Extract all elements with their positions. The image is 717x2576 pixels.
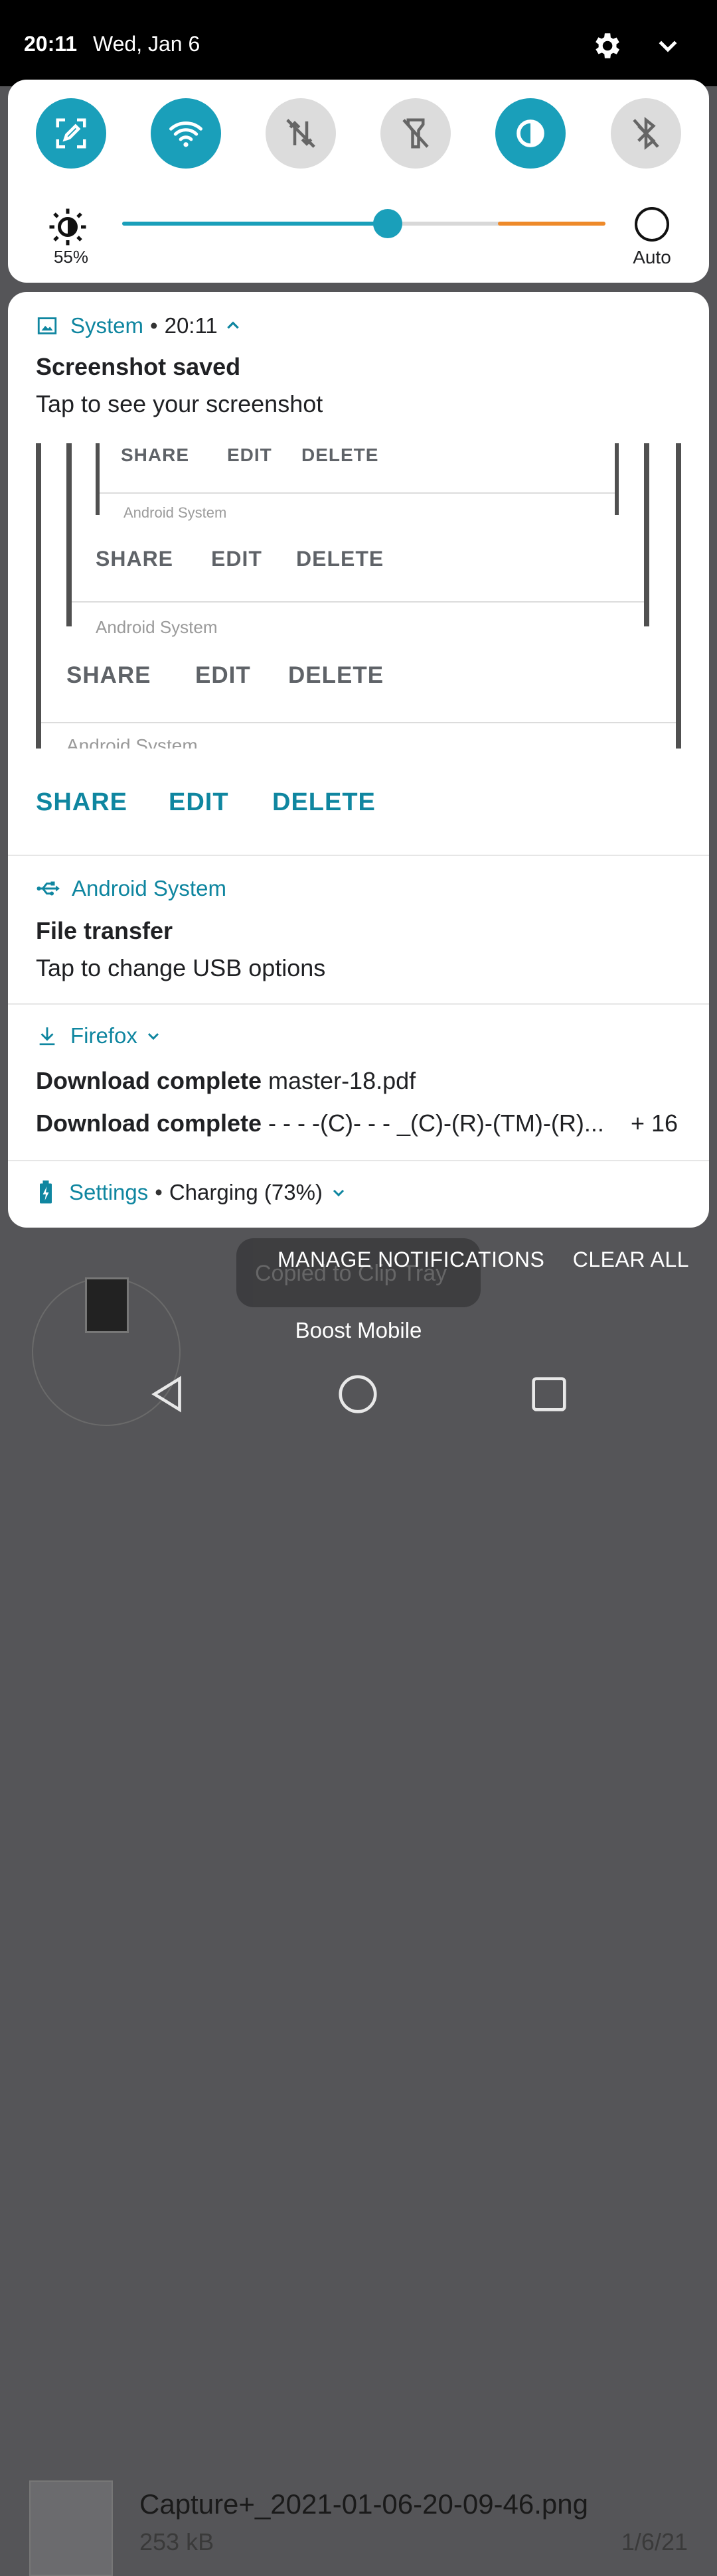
notification-divider [8, 1003, 709, 1005]
firefox-line-2[interactable]: Download complete - - - -(C)- - - _(C)-(… [36, 1109, 604, 1137]
notification-card: System • 20:11 Screenshot saved Tap to s… [8, 292, 709, 1228]
mobile-data-tile[interactable] [266, 98, 336, 169]
background-file-size: 253 kB [139, 2528, 214, 2555]
auto-brightness-label: Auto [633, 247, 671, 267]
preview-delete-label: DELETE [288, 662, 384, 688]
usb-text[interactable]: Tap to change USB options [36, 954, 325, 982]
home-icon[interactable] [335, 1371, 381, 1417]
screenshot-text[interactable]: Tap to see your screenshot [36, 390, 323, 418]
firefox-more-count[interactable]: + 16 [631, 1109, 678, 1137]
brightness-slider-thumb[interactable] [373, 209, 402, 238]
screenshot-title: Screenshot saved [36, 353, 241, 380]
firefox-app-name: Firefox [70, 1023, 137, 1048]
separator-dot: • [150, 313, 158, 338]
battery-charging-icon [40, 1181, 52, 1204]
brightness-slider[interactable] [122, 209, 605, 238]
delete-button[interactable]: DELETE [272, 788, 376, 817]
status-date: Wed, Jan 6 [93, 32, 200, 56]
firefox-line-1-file: master-18.pdf [268, 1067, 416, 1094]
preview-edge [676, 443, 681, 749]
brightness-slider-fill [122, 222, 388, 226]
firefox-line-1-title: Download complete [36, 1067, 262, 1094]
brightness-icon [49, 208, 86, 246]
chevron-down-icon[interactable] [655, 33, 681, 60]
preview-share-label: SHARE [96, 547, 174, 571]
image-icon [37, 317, 57, 334]
screenshot-app-name: System [70, 313, 144, 338]
data-off-icon [286, 119, 315, 148]
wifi-tile[interactable] [151, 98, 221, 169]
background-thumbnail [29, 2480, 113, 2576]
edit-button[interactable]: EDIT [169, 788, 229, 817]
preview-edge [66, 443, 72, 626]
chevron-down-icon[interactable] [331, 1184, 347, 1200]
screen-capture-tile[interactable] [36, 98, 106, 169]
dark-mode-tile[interactable] [495, 98, 566, 169]
preview-divider [72, 601, 644, 603]
download-icon [39, 1027, 55, 1046]
preview-divider [41, 722, 676, 723]
firefox-line-1[interactable]: Download complete master-18.pdf [36, 1067, 416, 1095]
edit-screen-icon [56, 118, 86, 149]
quick-settings-panel: 55% Auto [8, 80, 709, 283]
firefox-line-2-title: Download complete [36, 1109, 262, 1137]
background-file-date: 1/6/21 [621, 2528, 688, 2555]
notification-divider [8, 1160, 709, 1161]
preview-footer-label: Android System [66, 735, 198, 749]
bluetooth-tile[interactable] [611, 98, 681, 169]
preview-edit-label: EDIT [227, 445, 272, 465]
auto-brightness-toggle[interactable] [635, 207, 669, 242]
brightness-percent: 55% [53, 247, 89, 267]
chevron-down-icon[interactable] [145, 1028, 161, 1044]
clear-all-button[interactable]: CLEAR ALL [573, 1248, 689, 1272]
preview-footer-label: Android System [123, 504, 227, 521]
usb-title: File transfer [36, 917, 173, 944]
recents-icon[interactable] [526, 1371, 572, 1417]
preview-edge [644, 443, 649, 626]
preview-edit-label: EDIT [211, 547, 262, 571]
usb-icon [37, 881, 60, 896]
usb-app-name: Android System [72, 876, 226, 900]
chevron-up-icon[interactable] [224, 317, 242, 334]
settings-app-name: Settings [69, 1180, 149, 1204]
brightness-slider-warning-zone [498, 222, 605, 226]
settings-charging-text: Charging (73%) [169, 1180, 323, 1204]
navigation-bar [0, 1354, 717, 1433]
preview-share-label: SHARE [66, 662, 151, 688]
preview-edit-label: EDIT [195, 662, 251, 688]
settings-notification-header[interactable]: Settings • Charging (73%) [36, 1180, 347, 1205]
manage-notifications-button[interactable]: MANAGE NOTIFICATIONS [278, 1248, 544, 1272]
preview-delete-label: DELETE [301, 445, 379, 465]
status-time: 20:11 [24, 32, 78, 56]
screenshot-notification-header[interactable]: System • 20:11 [36, 313, 242, 338]
preview-edge [36, 443, 41, 749]
back-icon[interactable] [145, 1371, 191, 1417]
preview-divider [100, 492, 615, 494]
screenshot-time: 20:11 [164, 313, 218, 338]
firefox-notification-header[interactable]: Firefox [36, 1023, 161, 1048]
preview-edge [96, 443, 100, 515]
wifi-icon [169, 121, 202, 147]
gear-icon[interactable] [590, 29, 623, 62]
separator-dot: • [155, 1180, 163, 1204]
preview-edge [615, 443, 619, 515]
usb-notification-header[interactable]: Android System [36, 876, 226, 901]
firefox-line-2-file: - - - -(C)- - - _(C)-(R)-(TM)-(R)... [268, 1109, 604, 1137]
bluetooth-off-icon [633, 117, 659, 150]
preview-delete-label: DELETE [296, 547, 384, 571]
preview-footer-label: Android System [96, 617, 218, 637]
carrier-label: Boost Mobile [295, 1318, 422, 1342]
notification-divider [8, 855, 709, 856]
share-button[interactable]: SHARE [36, 788, 127, 817]
flashlight-off-icon [402, 118, 429, 149]
flashlight-tile[interactable] [380, 98, 451, 169]
preview-share-label: SHARE [121, 445, 190, 465]
background-file-name: Capture+_2021-01-06-20-09-46.png [139, 2488, 588, 2520]
screenshot-preview[interactable]: SHARE EDIT DELETE Android System SHARE E… [36, 443, 681, 749]
contrast-icon [517, 119, 544, 147]
status-bar: 20:11 Wed, Jan 6 [0, 0, 717, 86]
